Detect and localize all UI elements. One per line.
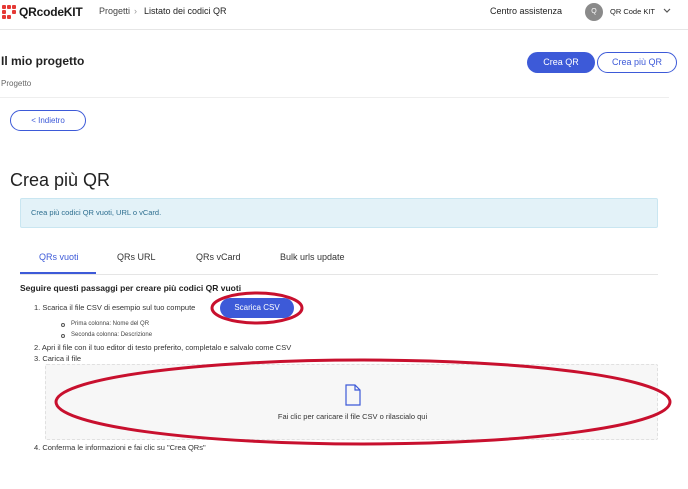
active-tab-indicator (20, 272, 96, 274)
dropzone-text: Fai clic per caricare il file CSV o rila… (277, 412, 428, 421)
tab-bulk-urls-update[interactable]: Bulk urls update (280, 252, 345, 262)
step-4-text: 4. Conferma le informazioni e fai clic s… (34, 443, 206, 452)
account-name[interactable]: QR Code KIT (610, 7, 655, 16)
logo-icon (2, 5, 16, 19)
step-2-text: 2. Apri il file con il tuo editor di tes… (34, 343, 292, 352)
top-bar: QRcodeKIT Progetti › Listato dei codici … (0, 0, 688, 30)
page-title: Crea più QR (10, 170, 111, 190)
file-icon (345, 384, 361, 406)
create-multiple-qr-button[interactable]: Crea più QR (597, 52, 677, 73)
breadcrumb-separator: › (134, 6, 137, 16)
tab-empty-qrs[interactable]: QRs vuoti (39, 252, 79, 262)
step-1-sub-item: Seconda colonna: Descrizione (71, 332, 153, 338)
chevron-down-icon[interactable] (662, 5, 672, 15)
info-alert: Crea più codici QR vuoti, URL o vCard. (20, 198, 658, 228)
steps-heading: Seguire questi passaggi per creare più c… (20, 283, 242, 293)
nav-link-qr-list[interactable]: Listato dei codici QR (144, 6, 227, 16)
tab-vcard-qrs[interactable]: QRs vCard (196, 252, 241, 262)
download-csv-button[interactable]: Scarica CSV (220, 298, 294, 318)
bullet-icon (61, 323, 65, 327)
tab-bar: QRs vuoti QRs URL QRs vCard Bulk urls up… (20, 246, 658, 275)
step-1-sub-item: Prima colonna: Nome del QR (71, 321, 150, 327)
tab-url-qrs[interactable]: QRs URL (117, 252, 156, 262)
create-qr-button[interactable]: Crea QR (527, 52, 595, 73)
back-button[interactable]: < Indietro (10, 110, 86, 131)
nav-link-projects[interactable]: Progetti (99, 6, 130, 16)
help-center-link[interactable]: Centro assistenza (490, 6, 562, 16)
project-title: Il mio progetto (1, 54, 85, 68)
csv-upload-dropzone[interactable]: Fai clic per caricare il file CSV o rila… (45, 364, 658, 440)
header-divider (0, 97, 669, 98)
logo[interactable]: QRcodeKIT (2, 5, 83, 19)
bullet-icon (61, 334, 65, 338)
logo-text: QRcodeKIT (19, 5, 83, 19)
project-subtitle: Progetto (1, 79, 32, 88)
info-alert-text: Crea più codici QR vuoti, URL o vCard. (31, 208, 162, 217)
step-3-text: 3. Carica il file (34, 354, 82, 363)
step-1-text: 1. Scarica il file CSV di esempio sul tu… (34, 303, 196, 312)
avatar[interactable]: Q (585, 3, 603, 21)
